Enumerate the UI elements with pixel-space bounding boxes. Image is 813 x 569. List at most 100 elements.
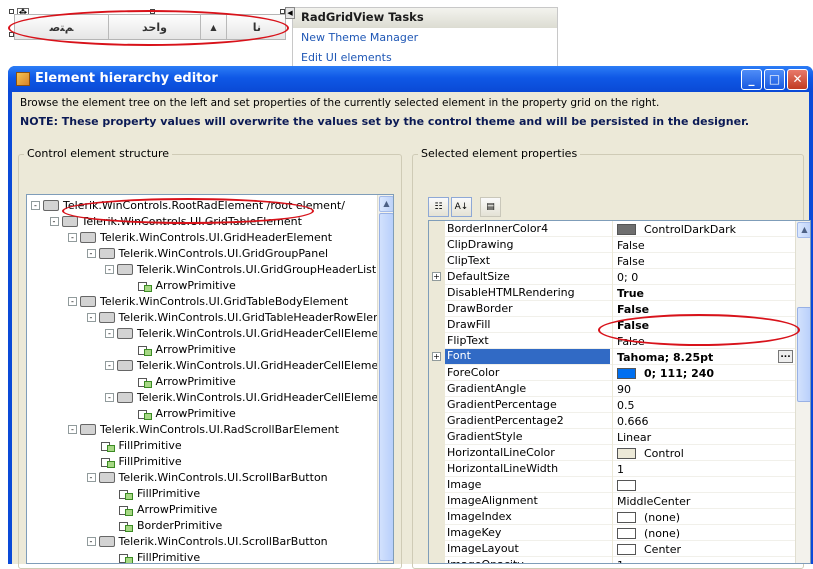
property-value[interactable]: False (612, 253, 795, 269)
property-value[interactable]: 0; 0 (612, 269, 795, 285)
tree-node[interactable]: FillPrimitive (105, 485, 200, 501)
property-value[interactable]: 1 (612, 557, 795, 563)
property-row[interactable]: ImageKey (none) (429, 525, 795, 541)
scroll-up-icon[interactable]: ▲ (797, 222, 810, 238)
collapse-icon[interactable]: - (68, 232, 77, 242)
tree-node[interactable]: FillPrimitive (105, 549, 200, 563)
tree-node[interactable]: FillPrimitive (87, 437, 182, 453)
collapse-icon[interactable]: - (86, 248, 96, 258)
tree-node[interactable]: - Telerik.WinControls.RootRadElement /roo… (31, 197, 345, 213)
property-row[interactable]: ImageOpacity 1 (429, 557, 795, 563)
collapse-icon[interactable]: - (49, 216, 59, 226)
collapse-icon[interactable]: - (86, 312, 96, 322)
tree-node[interactable]: ArrowPrimitive (124, 405, 236, 421)
property-row[interactable]: ClipText False (429, 253, 795, 269)
tree-node[interactable]: - Telerik.WinControls.UI.GridHeaderCellEl… (105, 389, 390, 405)
minimize-button[interactable]: _ (741, 69, 762, 90)
tree-node[interactable]: FillPrimitive (87, 453, 182, 469)
property-value[interactable]: False (612, 333, 795, 349)
property-row[interactable]: GradientAngle 90 (429, 381, 795, 397)
grid-header-cell[interactable]: واحد (109, 15, 201, 39)
property-row[interactable]: DrawFill False (429, 317, 795, 333)
property-value[interactable]: (none) (612, 509, 795, 525)
tree-node[interactable]: - Telerik.WinControls.UI.ScrollBarButton (86, 469, 328, 485)
property-row[interactable]: HorizontalLineWidth 1 (429, 461, 795, 477)
tree-node[interactable]: - Telerik.WinControls.UI.GridTableElement (49, 213, 302, 229)
property-value[interactable]: False (612, 237, 795, 253)
property-scrollbar[interactable]: ▲ (795, 221, 810, 563)
ellipsis-button[interactable]: ... (778, 350, 793, 363)
grid-header-cell[interactable]: ﻧﺎ (227, 15, 285, 39)
property-value[interactable]: False (612, 301, 795, 317)
collapse-icon[interactable]: - (105, 328, 114, 338)
collapse-icon[interactable]: - (31, 200, 40, 210)
smart-tag-pin-icon[interactable]: ◀ (285, 7, 295, 19)
property-row[interactable]: GradientPercentage2 0.666 (429, 413, 795, 429)
property-row[interactable]: FlipText False (429, 333, 795, 349)
property-value[interactable]: Tahoma; 8.25pt... (612, 349, 795, 365)
property-value[interactable]: 0; 111; 240 (612, 365, 795, 381)
collapse-icon[interactable]: - (105, 264, 114, 274)
property-value[interactable]: ControlDarkDark (612, 221, 795, 237)
property-row[interactable]: + Font Tahoma; 8.25pt... (429, 349, 795, 365)
tree-node[interactable]: - Telerik.WinControls.UI.ScrollBarButton (86, 533, 328, 549)
property-pages-icon[interactable]: ▤ (480, 197, 501, 217)
title-bar[interactable]: Element hierarchy editor _ □ ✕ (8, 66, 813, 92)
property-row[interactable]: Image (429, 477, 795, 493)
property-row[interactable]: GradientPercentage 0.5 (429, 397, 795, 413)
grid-header-cell[interactable]: ﻢﺘﺻ (15, 15, 109, 39)
edit-ui-elements-link[interactable]: Edit UI elements (293, 48, 557, 68)
expand-icon[interactable]: + (432, 272, 441, 281)
property-row[interactable]: GradientStyle Linear (429, 429, 795, 445)
property-value[interactable]: Control (612, 445, 795, 461)
property-row[interactable]: ImageIndex (none) (429, 509, 795, 525)
collapse-icon[interactable]: - (105, 392, 114, 402)
property-value[interactable]: True (612, 285, 795, 301)
property-value[interactable] (612, 477, 795, 493)
scroll-up-icon[interactable]: ▲ (379, 196, 393, 212)
tree-node[interactable]: - Telerik.WinControls.UI.RadScrollBarElem… (68, 421, 339, 437)
tree-node[interactable]: - Telerik.WinControls.UI.GridGroupHeaderL… (105, 261, 376, 277)
collapse-icon[interactable]: - (105, 360, 114, 370)
property-row[interactable]: BorderInnerColor4 ControlDarkDark (429, 221, 795, 237)
property-value[interactable]: False (612, 317, 795, 333)
property-value[interactable]: Center (612, 541, 795, 557)
property-value[interactable]: Linear (612, 429, 795, 445)
scroll-thumb[interactable] (379, 213, 393, 561)
tree-node[interactable]: - Telerik.WinControls.UI.GridGroupPanel (86, 245, 328, 261)
property-grid[interactable]: BorderInnerColor4 ControlDarkDark ClipDraw… (428, 220, 811, 564)
alphabetical-icon[interactable]: A↓ (451, 197, 472, 217)
property-row[interactable]: ForeColor 0; 111; 240 (429, 365, 795, 381)
property-row[interactable]: + DefaultSize 0; 0 (429, 269, 795, 285)
tree-node[interactable]: - Telerik.WinControls.UI.GridHeaderElemen… (68, 229, 332, 245)
property-row[interactable]: ImageLayout Center (429, 541, 795, 557)
expand-icon[interactable]: + (432, 352, 441, 361)
tree-node[interactable]: - Telerik.WinControls.UI.GridTableBodyEle… (68, 293, 348, 309)
tree-node[interactable]: ArrowPrimitive (124, 277, 236, 293)
element-tree[interactable]: - Telerik.WinControls.RootRadElement /roo… (26, 194, 394, 564)
tree-node[interactable]: - Telerik.WinControls.UI.GridHeaderCellEl… (105, 357, 390, 373)
collapse-icon[interactable]: - (86, 536, 96, 546)
property-row[interactable]: HorizontalLineColor Control (429, 445, 795, 461)
tree-node[interactable]: ArrowPrimitive (124, 341, 236, 357)
property-row[interactable]: DisableHTMLRendering True (429, 285, 795, 301)
property-value[interactable]: 0.5 (612, 397, 795, 413)
property-value[interactable]: 90 (612, 381, 795, 397)
tree-node[interactable]: ArrowPrimitive (124, 373, 236, 389)
tree-scrollbar[interactable]: ▲ (377, 195, 393, 563)
property-value[interactable]: 1 (612, 461, 795, 477)
tree-node[interactable]: BorderPrimitive (105, 517, 222, 533)
scroll-thumb[interactable] (797, 307, 810, 402)
property-value[interactable]: (none) (612, 525, 795, 541)
property-row[interactable]: ClipDrawing False (429, 237, 795, 253)
tree-node[interactable]: ArrowPrimitive (105, 501, 217, 517)
collapse-icon[interactable]: - (86, 472, 96, 482)
maximize-button[interactable]: □ (764, 69, 785, 90)
collapse-icon[interactable]: - (68, 424, 77, 434)
close-button[interactable]: ✕ (787, 69, 808, 90)
property-row[interactable]: ImageAlignment MiddleCenter (429, 493, 795, 509)
property-row[interactable]: DrawBorder False (429, 301, 795, 317)
tree-node[interactable]: - Telerik.WinControls.UI.GridTableHeaderR… (86, 309, 393, 325)
property-value[interactable]: MiddleCenter (612, 493, 795, 509)
tree-node[interactable]: - Telerik.WinControls.UI.GridHeaderCellEl… (105, 325, 390, 341)
